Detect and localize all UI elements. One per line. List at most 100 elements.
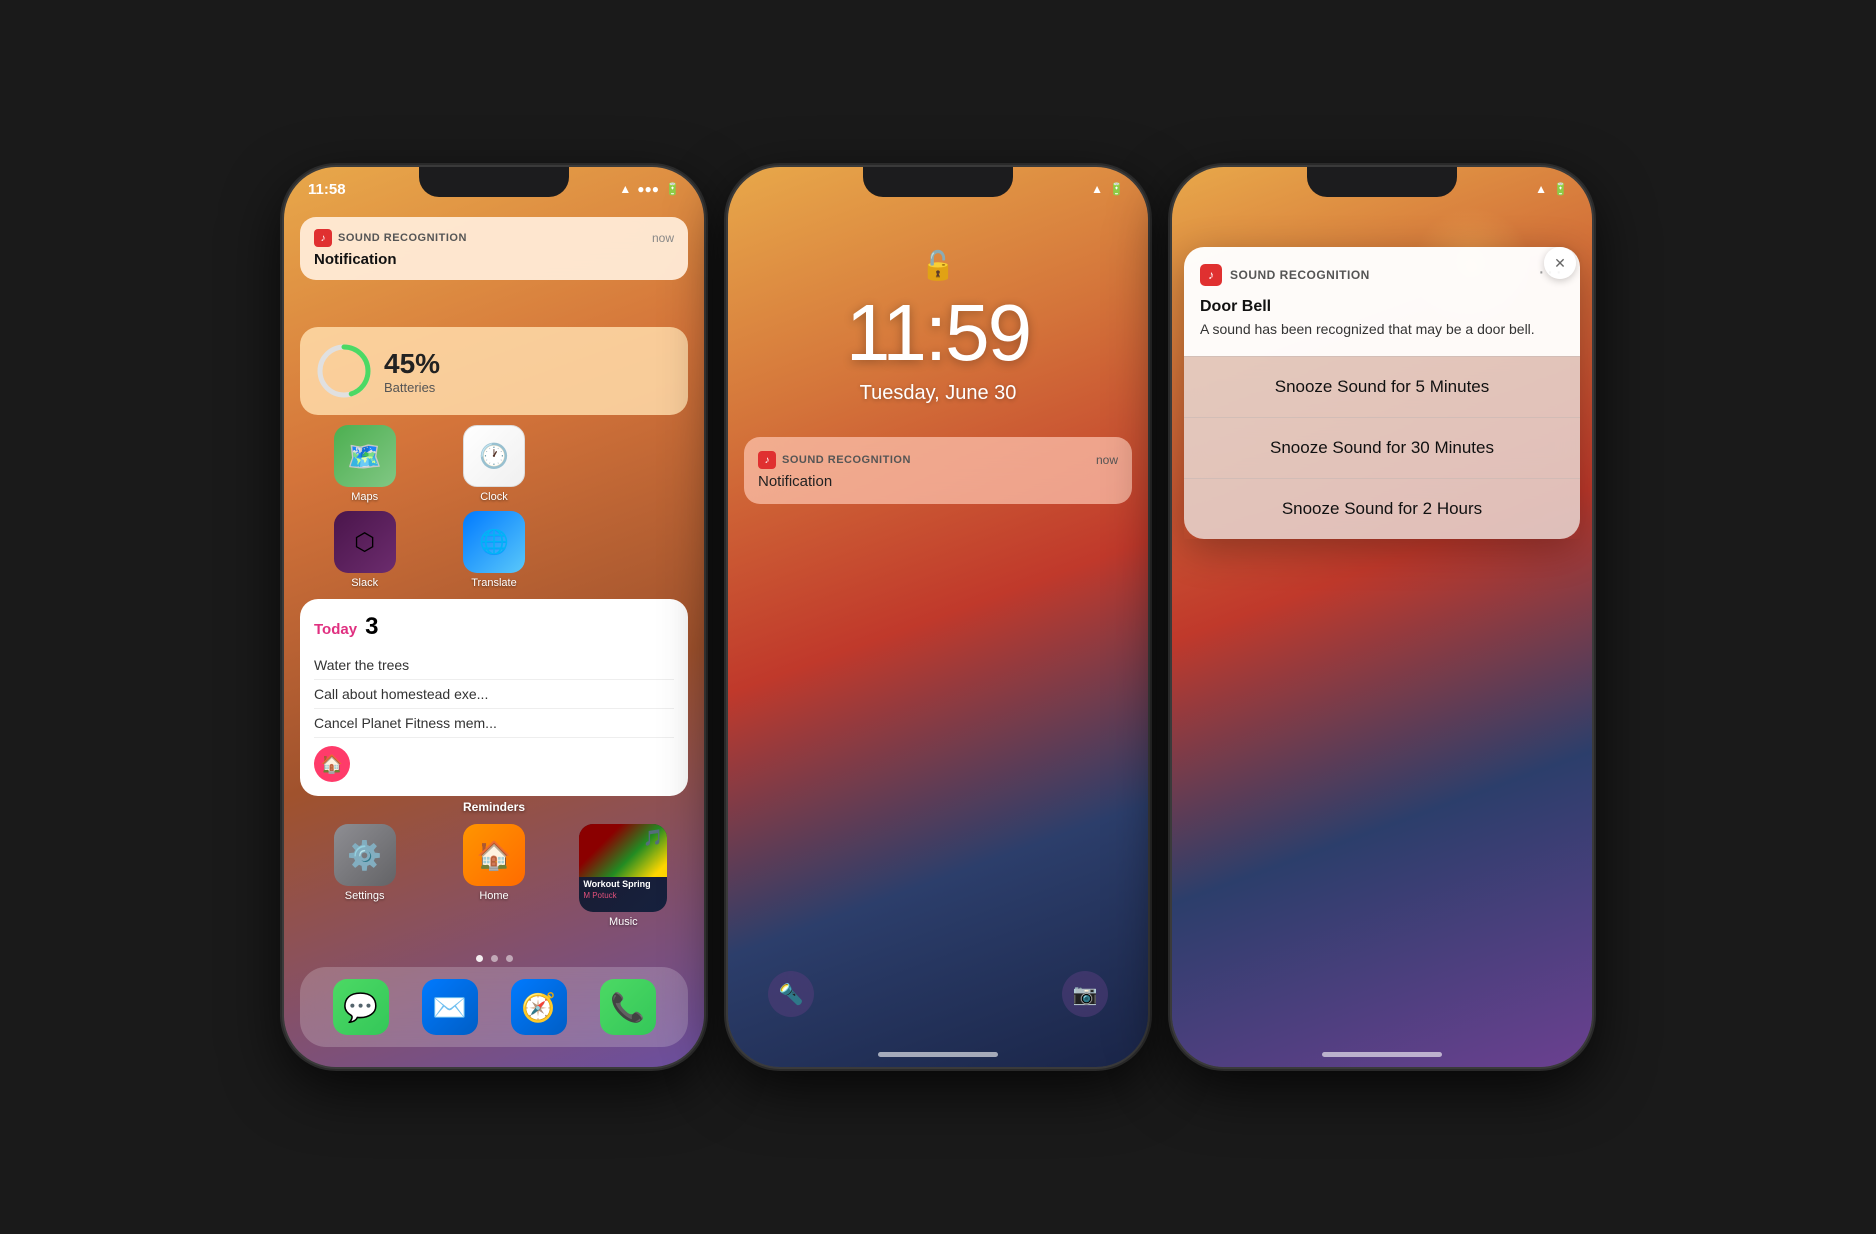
music-note-icon: 🎵 — [643, 828, 663, 848]
app-translate[interactable]: 🌐 Translate — [454, 511, 534, 589]
wifi-icon-2: ▲ — [1091, 182, 1103, 196]
lock-notif-app-name: SOUND RECOGNITION — [782, 454, 911, 466]
lock-time: 11:59 — [728, 287, 1148, 379]
reminder-2[interactable]: Call about homestead exe... — [314, 680, 674, 709]
battery-icon-2: 🔋 — [1109, 182, 1124, 196]
sound-recognition-icon — [314, 229, 332, 247]
clock-label: Clock — [480, 491, 508, 503]
maps-label: Maps — [351, 491, 378, 503]
dot-1 — [476, 955, 483, 962]
widgets-area: 45% Batteries 🗺️ Maps 🕐 Clock ⬡ Slack � — [284, 217, 704, 928]
lock-notif-app-info: SOUND RECOGNITION — [758, 451, 911, 469]
notch-2 — [863, 167, 1013, 197]
battery-widget[interactable]: 45% Batteries — [300, 327, 688, 415]
battery-percentage: 45% — [384, 348, 440, 380]
notif-app-name: SOUND RECOGNITION — [338, 232, 467, 244]
reminders-section-label: Reminders — [300, 800, 688, 814]
app-maps[interactable]: 🗺️ Maps — [325, 425, 405, 503]
dock-safari[interactable]: 🧭 — [499, 979, 579, 1035]
reminders-header: Today 3 — [314, 613, 674, 641]
app-slack[interactable]: ⬡ Slack — [325, 511, 405, 589]
flashlight-button[interactable]: 🔦 — [768, 971, 814, 1017]
home-icon: 🏠 — [463, 824, 525, 886]
reminder-3[interactable]: Cancel Planet Fitness mem... — [314, 709, 674, 738]
app-music[interactable]: 🎵 Workout Spring M Potuck Music — [583, 824, 663, 928]
notification-banner[interactable]: SOUND RECOGNITION now Notification — [300, 217, 688, 280]
reminders-today: Today — [314, 621, 357, 638]
dock-mail[interactable]: ✉️ — [410, 979, 490, 1035]
expanded-sound-recognition-icon: ♪ — [1200, 264, 1222, 286]
expanded-notif-app-info: ♪ SOUND RECOGNITION — [1200, 264, 1370, 286]
app-row-2: ⬡ Slack 🌐 Translate — [300, 511, 688, 589]
notch-3 — [1307, 167, 1457, 197]
status-icons: ▲ ●●● 🔋 — [619, 182, 680, 196]
close-notification-button[interactable]: ✕ — [1544, 247, 1576, 279]
slack-icon: ⬡ — [334, 511, 396, 573]
expanded-notification: ♪ SOUND RECOGNITION ··· Door Bell A soun… — [1184, 247, 1580, 539]
slack-label: Slack — [351, 577, 378, 589]
lock-notif-message: Notification — [758, 473, 1118, 490]
phone1: 11:58 ▲ ●●● 🔋 SOUND RECOGNITION now Noti… — [284, 167, 704, 1067]
music-artist: M Potuck — [579, 891, 667, 900]
translate-label: Translate — [471, 577, 516, 589]
translate-icon: 🌐 — [463, 511, 525, 573]
battery-label: Batteries — [384, 380, 440, 395]
lock-icon: 🔓 — [728, 249, 1148, 282]
page-dots — [284, 955, 704, 962]
lock-notif-header: SOUND RECOGNITION now — [758, 451, 1118, 469]
maps-icon: 🗺️ — [334, 425, 396, 487]
app-settings[interactable]: ⚙️ Settings — [325, 824, 405, 902]
home-label: Home — [479, 890, 508, 902]
notch — [419, 167, 569, 197]
music-title: Workout Spring — [579, 877, 667, 891]
notif-header: SOUND RECOGNITION now — [314, 229, 674, 247]
reminders-count: 3 — [365, 613, 378, 641]
notif-app-info: SOUND RECOGNITION — [314, 229, 467, 247]
snooze-2hours-button[interactable]: Snooze Sound for 2 Hours — [1184, 478, 1580, 539]
notification-title: Door Bell — [1200, 298, 1564, 316]
music-label: Music — [609, 916, 638, 928]
snooze-30min-button[interactable]: Snooze Sound for 30 Minutes — [1184, 417, 1580, 478]
snooze-5min-button[interactable]: Snooze Sound for 5 Minutes — [1184, 356, 1580, 417]
expanded-notif-app-name: SOUND RECOGNITION — [1230, 268, 1370, 282]
camera-button[interactable]: 📷 — [1062, 971, 1108, 1017]
status-time: 11:58 — [308, 181, 346, 198]
notif-message: Notification — [314, 251, 674, 268]
lock-notification[interactable]: SOUND RECOGNITION now Notification — [744, 437, 1132, 504]
expanded-notif-body: Door Bell A sound has been recognized th… — [1184, 288, 1580, 356]
expanded-notif-header: ♪ SOUND RECOGNITION ··· — [1184, 247, 1580, 288]
messages-icon: 💬 — [333, 979, 389, 1035]
notification-body-text: A sound has been recognized that may be … — [1200, 320, 1564, 340]
music-widget: 🎵 Workout Spring M Potuck — [579, 824, 667, 912]
clock-icon: 🕐 — [463, 425, 525, 487]
battery-info: 45% Batteries — [384, 348, 440, 395]
app-clock[interactable]: 🕐 Clock — [454, 425, 534, 503]
notif-time: now — [652, 231, 674, 245]
status-icons-3: ▲ 🔋 — [1535, 182, 1568, 196]
wifi-icon-3: ▲ — [1535, 182, 1547, 196]
app-home[interactable]: 🏠 Home — [454, 824, 534, 902]
dock-messages[interactable]: 💬 — [321, 979, 401, 1035]
battery-icon: 🔋 — [665, 182, 680, 196]
phone-icon: 📞 — [600, 979, 656, 1035]
home-bar-3 — [1322, 1052, 1442, 1057]
app-row-1: 🗺️ Maps 🕐 Clock — [300, 425, 688, 503]
settings-icon: ⚙️ — [334, 824, 396, 886]
wifi-icon: ▲ — [619, 182, 631, 196]
lock-date: Tuesday, June 30 — [728, 382, 1148, 405]
safari-icon: 🧭 — [511, 979, 567, 1035]
reminder-1[interactable]: Water the trees — [314, 651, 674, 680]
mail-icon: ✉️ — [422, 979, 478, 1035]
close-icon: ✕ — [1554, 255, 1566, 272]
reminders-home-icon: 🏠 — [314, 746, 674, 782]
home-bar-2 — [878, 1052, 998, 1057]
dock-phone[interactable]: 📞 — [588, 979, 668, 1035]
battery-icon-3: 🔋 — [1553, 182, 1568, 196]
lock-sound-recognition-icon — [758, 451, 776, 469]
battery-circle — [314, 341, 374, 401]
lock-controls: 🔦 📷 — [728, 971, 1148, 1017]
reminders-widget[interactable]: Today 3 Water the trees Call about homes… — [300, 599, 688, 796]
signal-icon: ●●● — [637, 182, 659, 196]
phone3: 11:59 ▲ 🔋 ✕ ♪ SOUND RECOGNITION ··· Door… — [1172, 167, 1592, 1067]
lock-notif-time: now — [1096, 453, 1118, 467]
